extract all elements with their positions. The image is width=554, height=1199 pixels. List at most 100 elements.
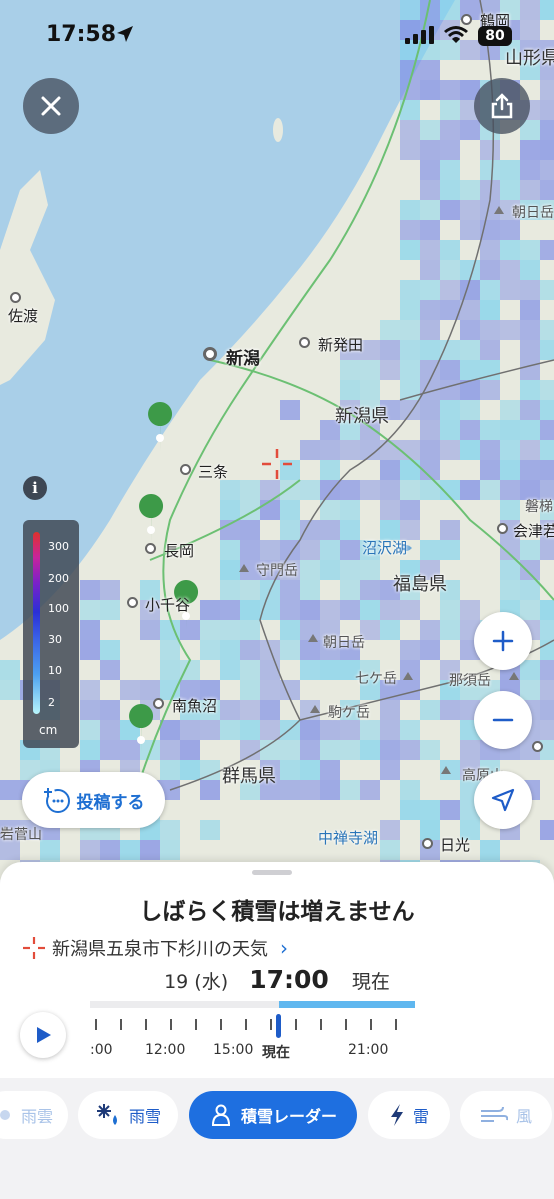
snow-depth-cell [300,580,320,600]
snow-rain-icon [96,1104,117,1125]
snow-depth-cell [100,640,120,660]
snow-depth-cell [440,240,460,260]
snow-depth-cell [340,440,360,460]
snow-depth-cell [240,620,260,640]
mountain-label: 朝日岳 [512,205,554,221]
timeline-tick [120,1019,122,1030]
tab-snow-radar[interactable]: 積雪レーダー [189,1091,357,1139]
snow-depth-cell [540,340,554,360]
snow-depth-cell [400,360,420,380]
tab-thunder[interactable]: 雷 [368,1091,450,1139]
tab-label: 雨雲 [20,1107,53,1126]
snow-depth-cell [420,260,440,280]
tab-rain-cloud[interactable]: 雨雲 [0,1091,68,1139]
snow-depth-cell [460,280,480,300]
snow-depth-cell [540,80,554,100]
post-button[interactable]: 投稿する [22,772,165,828]
timeline-cursor[interactable] [276,1014,281,1038]
info-icon[interactable]: i [23,476,47,500]
snow-depth-cell [100,720,120,740]
snow-depth-cell [180,760,200,780]
snow-depth-cell [40,840,60,860]
snow-depth-cell [260,540,280,560]
lake-label: 沼沢湖 [362,539,408,557]
chevron-right-icon: › [280,936,288,960]
city-dot [203,347,217,361]
snow-depth-cell [440,620,460,640]
snow-depth-cell [80,640,100,660]
snow-depth-cell [220,500,240,520]
snow-depth-cell [480,280,500,300]
share-button[interactable] [474,78,530,134]
snow-depth-cell [180,620,200,640]
snow-depth-cell [380,500,400,520]
snow-depth-cell [340,600,360,620]
snow-depth-cell [440,400,460,420]
snow-depth-cell [400,780,420,800]
snow-depth-cell [440,120,460,140]
timeline-tick [195,1019,197,1030]
snow-depth-cell [300,660,320,680]
snow-depth-cell [420,220,440,240]
snow-depth-cell [540,100,554,120]
location-link[interactable]: 新潟県五泉市下杉川の天気 › [22,935,288,961]
snow-depth-cell [240,580,260,600]
snow-depth-cell [420,800,440,820]
snow-depth-cell [0,780,20,800]
snow-depth-cell [420,320,440,340]
snow-depth-cell [420,200,440,220]
zoom-in-button[interactable] [474,612,532,670]
timeline-label: 15:00 [213,1042,254,1058]
snow-depth-cell [360,720,380,740]
snow-depth-cell [480,140,500,160]
wifi-icon [444,26,468,43]
snow-depth-cell [460,320,480,340]
snow-depth-cell [320,460,340,480]
snow-depth-cell [480,300,500,320]
snow-depth-cell [380,620,400,640]
snow-depth-cell [300,760,320,780]
tab-rain-snow[interactable]: 雨雪 [78,1091,178,1139]
snow-depth-cell [420,540,440,560]
snow-depth-cell [540,380,554,400]
snow-depth-cell [320,660,340,680]
sheet-grabber[interactable] [252,870,292,875]
snow-depth-cell [420,360,440,380]
timeline-tick [370,1019,372,1030]
play-button[interactable] [20,1012,66,1058]
snow-depth-cell [500,560,520,580]
status-time: 17:58 [46,22,117,47]
snow-depth-cell [440,420,460,440]
snow-depth-cell [260,500,280,520]
tab-label: 積雪レーダー [240,1107,337,1126]
tab-wind[interactable]: 風 [460,1091,552,1139]
snow-depth-cell [380,360,400,380]
city-dot [127,597,138,608]
snow-depth-cell [460,180,480,200]
snow-depth-cell [440,260,460,280]
battery-indicator: 80 [478,26,512,46]
snow-depth-cell [220,660,240,680]
zoom-out-button[interactable] [474,691,532,749]
snow-depth-cell [280,780,300,800]
snow-depth-cell [240,700,260,720]
snow-depth-cell [380,600,400,620]
snow-depth-cell [140,680,160,700]
legend-level: 200 [48,572,69,585]
snow-depth-cell [400,480,420,500]
close-button[interactable] [23,78,79,134]
snow-depth-cell [220,560,240,580]
timeline-tick [145,1019,147,1030]
snow-depth-cell [140,840,160,860]
snow-depth-cell [460,440,480,460]
snow-depth-cell [500,180,520,200]
snow-depth-cell [440,380,460,400]
current-location-button[interactable] [474,771,532,829]
timeline-track[interactable] [90,1001,415,1008]
timeline-forecast-range [279,1001,415,1008]
snow-depth-cell [440,800,460,820]
snow-depth-cell [100,700,120,720]
snow-depth-cell [500,280,520,300]
snow-depth-cell [100,840,120,860]
snow-radar-map[interactable]: 鶴岡 山形県 朝日岳 佐渡 新潟 新発田 新潟県 三条 長岡 小千谷 南魚沼 群… [0,0,554,880]
